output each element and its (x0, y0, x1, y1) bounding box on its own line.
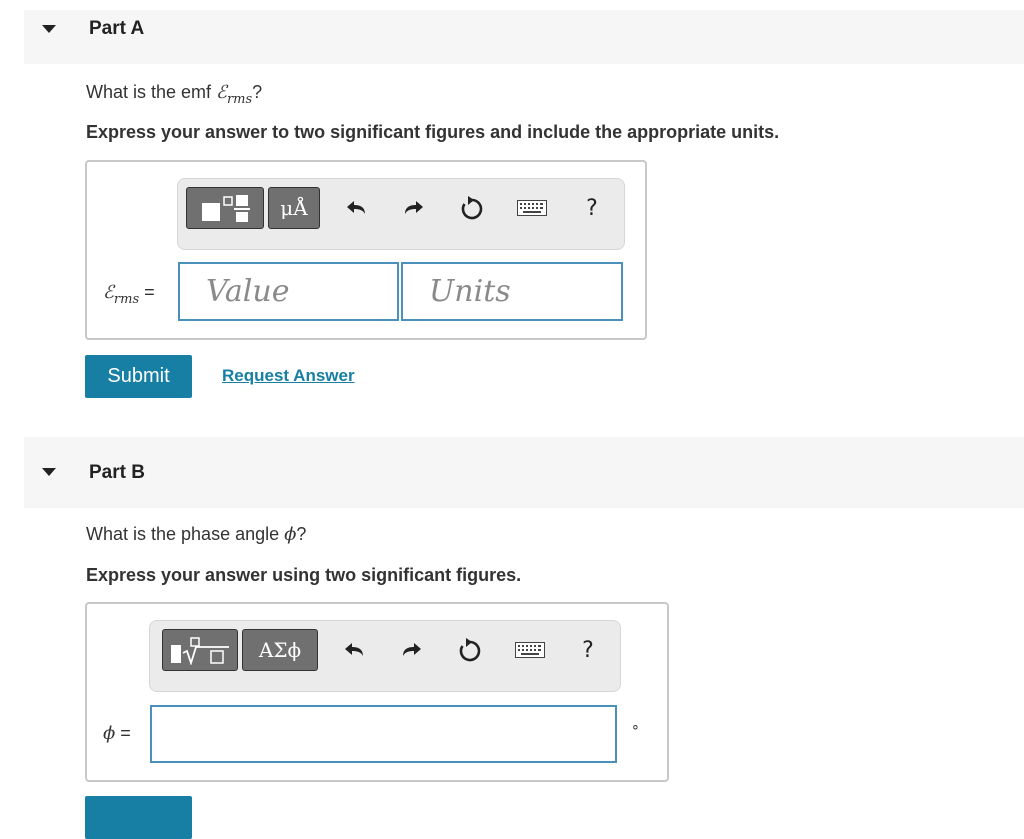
redo-icon[interactable] (396, 179, 430, 237)
value-input[interactable]: Value (178, 262, 399, 321)
part-a-toolbar: μÅ ? (177, 178, 625, 250)
collapse-caret-icon[interactable] (42, 468, 56, 476)
templates-icon (202, 195, 250, 222)
templates-button[interactable] (162, 629, 238, 671)
part-a-instruction: Express your answer to two significant f… (86, 122, 780, 142)
emf-symbol: ℰ (216, 82, 227, 103)
part-b-question: What is the phase angle ϕ? (86, 524, 307, 545)
phase-angle-input[interactable] (150, 705, 617, 763)
part-a-question: What is the emf ℰrms? (86, 82, 263, 107)
part-b-instruction: Express your answer using two significan… (86, 565, 522, 585)
part-b-header[interactable] (24, 437, 1024, 508)
undo-icon[interactable] (340, 179, 374, 237)
reset-icon[interactable] (452, 621, 488, 679)
collapse-caret-icon[interactable] (42, 25, 56, 33)
phi-symbol: ϕ (284, 524, 297, 545)
part-a-header[interactable] (24, 10, 1024, 64)
help-icon[interactable]: ? (574, 179, 610, 237)
emf-label: ℰrms = (103, 282, 155, 307)
part-b-title: Part B (89, 462, 145, 483)
reset-icon[interactable] (454, 179, 490, 237)
part-b-toolbar: ΑΣϕ ? (149, 620, 621, 692)
units-input[interactable]: Units (401, 262, 623, 321)
keyboard-icon[interactable] (512, 179, 552, 237)
part-b-answer-box: ΑΣϕ ? ϕ = ∘ (85, 602, 669, 782)
radical-templates-icon (171, 637, 229, 665)
degree-unit: ∘ (631, 718, 640, 734)
request-answer-link[interactable]: Request Answer (222, 366, 355, 386)
templates-button[interactable] (186, 187, 264, 229)
help-icon[interactable]: ? (570, 621, 606, 679)
keyboard-icon[interactable] (510, 621, 550, 679)
part-a-submit-button[interactable]: Submit (85, 355, 192, 398)
greek-symbols-button[interactable]: ΑΣϕ (242, 629, 318, 671)
part-a-answer-box: μÅ ? ℰrms = Value Units (85, 160, 647, 340)
phi-label: ϕ = (103, 723, 131, 744)
part-b-submit-button[interactable] (85, 796, 192, 839)
redo-icon[interactable] (394, 621, 428, 679)
units-button[interactable]: μÅ (268, 187, 320, 229)
part-a-title: Part A (89, 18, 145, 39)
undo-icon[interactable] (338, 621, 372, 679)
